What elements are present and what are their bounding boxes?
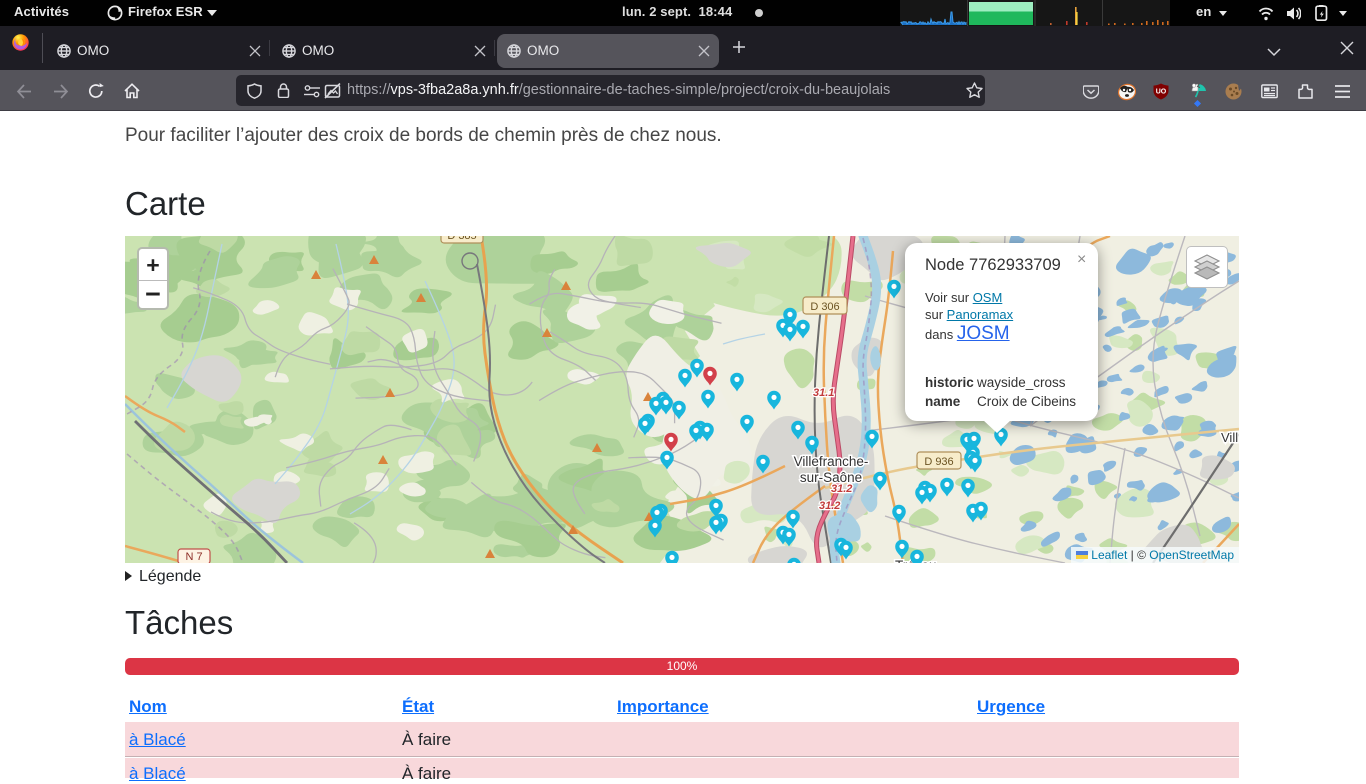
- svg-text:N 7: N 7: [185, 551, 202, 563]
- svg-text:31.2: 31.2: [819, 500, 840, 512]
- svg-text:D 385: D 385: [447, 236, 476, 242]
- svg-text:Villefranche-: Villefranche-: [794, 454, 869, 469]
- svg-text:UO: UO: [1156, 89, 1167, 96]
- svg-text:31.1: 31.1: [813, 387, 834, 399]
- svg-text:D 936: D 936: [924, 456, 953, 468]
- svg-text:Vill: Vill: [1221, 430, 1238, 445]
- svg-text:sur-Saône: sur-Saône: [800, 470, 862, 485]
- svg-text:D 306: D 306: [810, 301, 839, 313]
